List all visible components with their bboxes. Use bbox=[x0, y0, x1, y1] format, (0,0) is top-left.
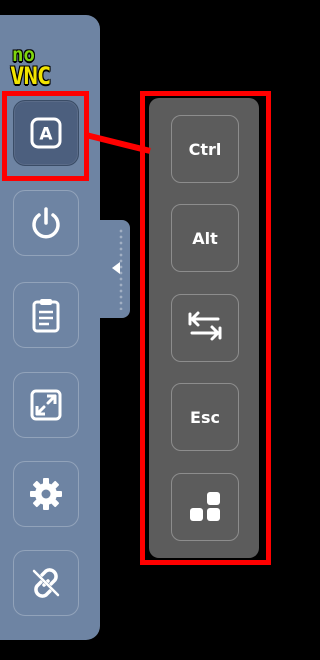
ctrl-alt-del-icon bbox=[185, 485, 225, 529]
tab-key-button[interactable] bbox=[171, 294, 239, 362]
collapse-arrow-icon bbox=[112, 262, 120, 274]
alt-key-label: Alt bbox=[192, 228, 218, 248]
fullscreen-button[interactable] bbox=[13, 372, 79, 438]
ctrl-key-label: Ctrl bbox=[188, 139, 222, 159]
fullscreen-icon bbox=[28, 387, 64, 423]
extra-keys-button[interactable]: A bbox=[13, 100, 79, 166]
svg-text:A: A bbox=[39, 125, 53, 145]
power-icon bbox=[28, 205, 64, 241]
ctrl-alt-del-button[interactable] bbox=[171, 473, 239, 541]
ctrl-key-button[interactable]: Ctrl bbox=[171, 115, 239, 183]
novnc-logo: no VNC bbox=[10, 45, 84, 93]
clipboard-button[interactable] bbox=[13, 282, 79, 348]
gear-icon bbox=[27, 475, 65, 513]
logo-text-vnc: VNC bbox=[10, 62, 51, 90]
disconnect-icon bbox=[27, 564, 65, 602]
control-bar-handle[interactable] bbox=[100, 220, 130, 318]
esc-key-button[interactable]: Esc bbox=[171, 383, 239, 451]
disconnect-button[interactable] bbox=[13, 550, 79, 616]
power-button[interactable] bbox=[13, 190, 79, 256]
esc-key-label: Esc bbox=[190, 407, 220, 427]
settings-button[interactable] bbox=[13, 461, 79, 527]
novnc-screen: no VNC A Ctrl Alt Esc bbox=[0, 0, 294, 660]
clipboard-icon bbox=[28, 296, 64, 334]
alt-key-button[interactable]: Alt bbox=[171, 204, 239, 272]
tab-icon bbox=[185, 308, 225, 348]
keyboard-A-icon: A bbox=[29, 116, 63, 150]
